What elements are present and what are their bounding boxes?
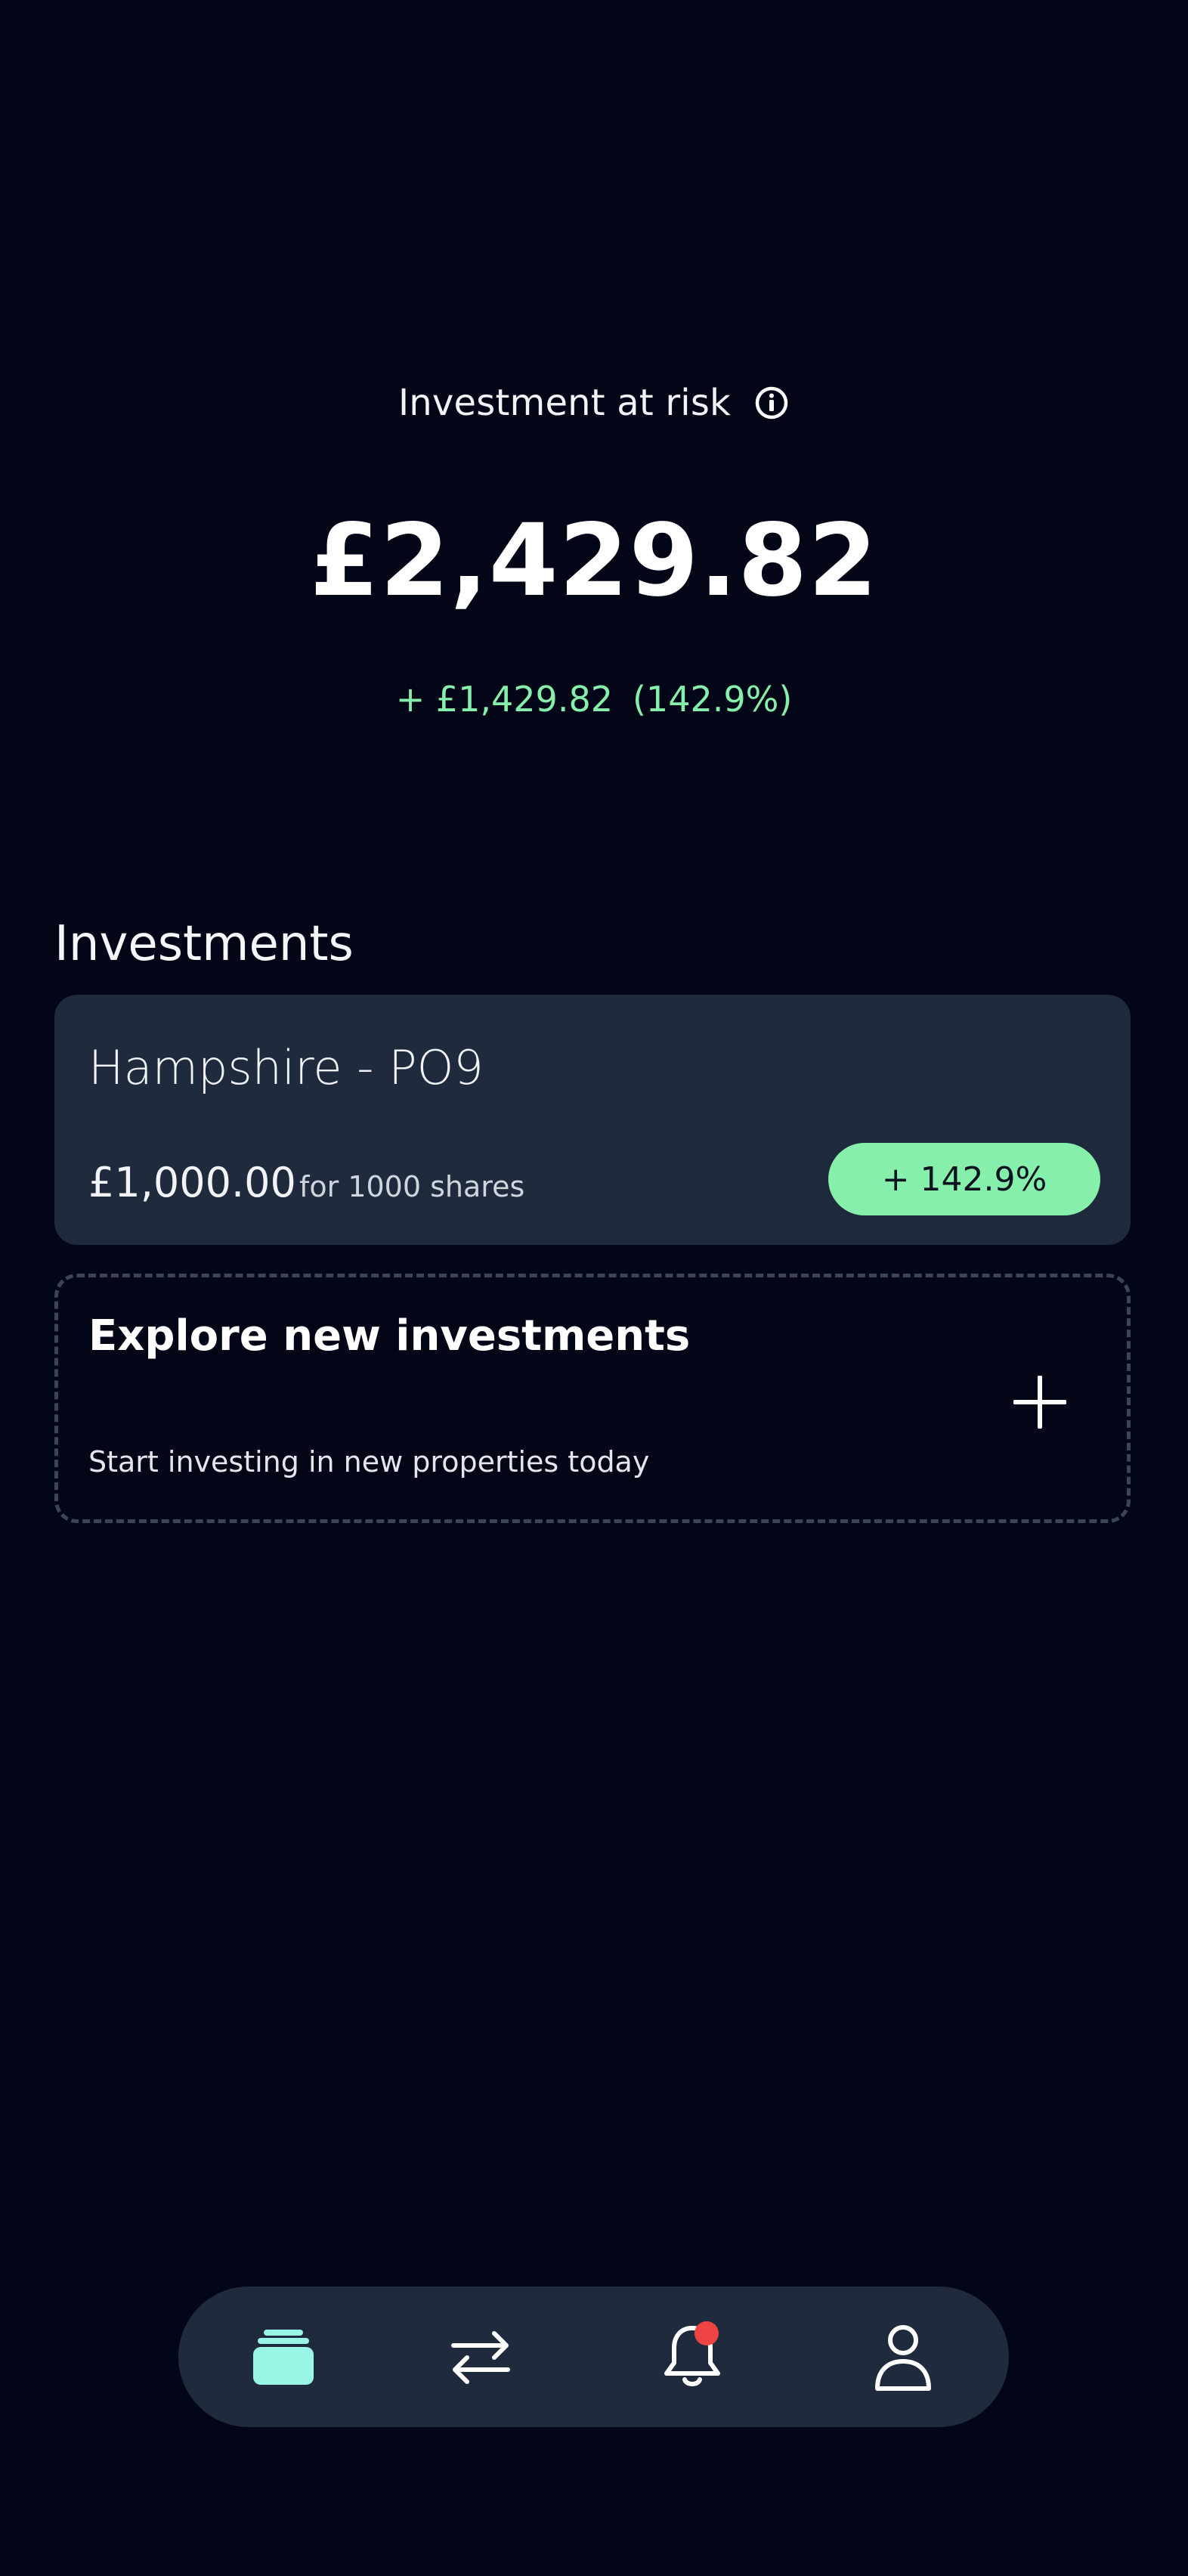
risk-label-row: Investment at risk [0,382,1188,424]
profile-icon [873,2322,933,2392]
notification-dot [695,2321,719,2345]
investment-at-risk-label: Investment at risk [398,382,732,424]
total-value: £2,429.82 [309,503,879,619]
investment-card[interactable]: Hampshire - PO9 £1,000.00 for 1000 share… [54,995,1131,1245]
portfolio-stack-icon [252,2328,315,2386]
explore-subtitle: Start investing in new properties today [88,1445,650,1478]
gain-row: + £1,429.82 (142.9%) [0,679,1188,720]
gain-amount: + £1,429.82 [395,679,613,720]
transfer-arrows-icon [449,2327,512,2386]
investment-shares: for 1000 shares [299,1170,525,1203]
investments-section-title: Investments [54,916,354,972]
tab-notifications[interactable] [652,2317,732,2397]
investment-name: Hampshire - PO9 [88,1040,484,1095]
investment-amount: £1,000.00 [88,1159,296,1206]
tab-profile[interactable] [863,2317,943,2397]
gain-percent: (142.9%) [632,679,793,720]
plus-icon[interactable] [1013,1375,1067,1429]
tab-transfers[interactable] [441,2317,521,2397]
tab-portfolio[interactable] [243,2317,323,2397]
bottom-tab-bar [178,2287,1009,2427]
explore-title: Explore new investments [88,1311,691,1361]
info-icon[interactable] [753,385,790,421]
explore-new-investments-card[interactable]: Explore new investments Start investing … [54,1274,1131,1523]
change-badge: + 142.9% [828,1143,1100,1215]
